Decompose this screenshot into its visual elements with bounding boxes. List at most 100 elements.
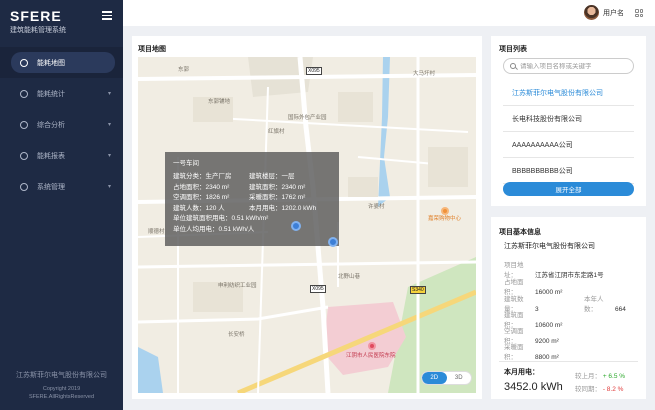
info-value: 16000 m²	[535, 289, 563, 296]
map-panel-title: 项目地图	[138, 46, 166, 53]
popup-row: 占地面积：2340 m² 建筑面积：2340 m²	[173, 181, 331, 192]
project-search[interactable]	[503, 58, 634, 74]
report-icon	[20, 151, 28, 160]
apps-grid-icon[interactable]	[635, 9, 643, 17]
compare-value-down: - 8.2 %	[602, 386, 624, 393]
chevron-down-icon: ▾	[107, 184, 111, 190]
info-key: 本年人数：	[584, 296, 604, 313]
divider	[499, 361, 638, 362]
popup-field: 建筑分类：生产厂房	[173, 173, 232, 181]
avatar[interactable]	[584, 5, 599, 20]
sidebar-item-reports[interactable]: 能耗报表 ▾	[0, 140, 123, 171]
compare-key: 较同期：	[575, 386, 601, 393]
popup-field: 建筑面积：2340 m²	[249, 183, 306, 191]
search-icon	[510, 63, 516, 69]
info-value: 8800 m²	[535, 354, 559, 361]
project-list-title: 项目列表	[499, 46, 527, 53]
popup-field: 采暖面积：1762 m²	[249, 194, 306, 202]
map-label: 江阴市人民医院东院	[346, 353, 396, 359]
popup-row: 空调面积：1826 m² 采暖面积：1762 m²	[173, 191, 331, 202]
map-label: 申利纺织工业园	[218, 283, 257, 289]
sidebar-footer: 江苏斯菲尔电气股份有限公司 Copyright 2019 SFERE.AllRi…	[0, 370, 123, 401]
sidebar-item-energy-map[interactable]: 能耗地图	[0, 47, 123, 78]
year-over-year: 较同期： - 8.2 %	[575, 383, 623, 393]
chart-icon	[20, 89, 28, 98]
info-people: 本年人数： 664	[584, 293, 626, 313]
map-pin-icon[interactable]	[291, 221, 301, 231]
search-input[interactable]	[520, 62, 630, 70]
sidebar-item-system[interactable]: 系统管理 ▾	[0, 171, 123, 202]
sidebar-item-label: 能耗统计	[37, 90, 65, 98]
footer-rights: SFERE.AllRightsReserved	[28, 394, 95, 400]
road-shield: S340	[410, 286, 426, 294]
sidebar-item-label: 能耗地图	[37, 59, 65, 67]
road-shield: X095	[310, 285, 326, 293]
building-popup: 一号车间 建筑分类：生产厂房 建筑楼层：一层 占地面积：2340 m² 建筑面积…	[165, 152, 339, 246]
map-view-toggle[interactable]: 2D 3D	[421, 371, 472, 385]
expand-all-button[interactable]: 展开全部	[503, 182, 634, 196]
project-info-title: 项目基本信息	[499, 229, 541, 236]
map-icon	[20, 58, 28, 67]
map-label: 嘉荣购物中心	[428, 216, 462, 222]
gear-icon	[20, 182, 28, 191]
map-label: 东郭	[178, 67, 190, 73]
menu-toggle-icon[interactable]	[102, 11, 112, 20]
map-label: 国际外包产业园	[288, 115, 327, 121]
sidebar-nav: 能耗地图 能耗统计 ▾ 综合分析 ▾ 能耗报表 ▾ 系统管理 ▾	[0, 47, 123, 202]
footer-company: 江苏斯菲尔电气股份有限公司	[16, 372, 107, 379]
view-3d-button[interactable]: 3D	[447, 372, 472, 384]
username[interactable]: 用户名	[603, 8, 624, 18]
road-shield: X095	[306, 67, 322, 75]
popup-field: 空调面积：1826 m²	[173, 194, 230, 202]
chevron-down-icon: ▾	[107, 153, 111, 159]
brand: SFERE 建筑能耗管理系统	[10, 8, 66, 35]
list-item[interactable]: 长电科技股份有限公司	[503, 106, 634, 132]
popup-field: 建筑人数：120 人	[173, 204, 225, 212]
map-label: 长安桥	[228, 332, 245, 338]
usage-value: 3452.0 kWh	[504, 381, 563, 393]
footer-copyright: Copyright 2019	[42, 386, 81, 392]
popup-building-name: 一号车间	[173, 160, 199, 167]
popup-row: 建筑人数：120 人 本月用电：1202.0 kWh	[173, 202, 331, 213]
compare-value-up: + 6.5 %	[602, 373, 626, 380]
map-pin-icon[interactable]	[328, 237, 338, 247]
brand-title: SFERE	[10, 8, 62, 24]
sidebar: SFERE 建筑能耗管理系统 能耗地图 能耗统计 ▾ 综合分析 ▾ 能耗报表 ▾…	[0, 0, 123, 410]
popup-field: 本月用电：1202.0 kWh	[249, 204, 317, 212]
shop-marker-icon[interactable]	[441, 207, 449, 215]
popup-row: 单位建筑面积用电：0.51 kWh/m²	[173, 215, 269, 223]
sidebar-item-label: 能耗报表	[37, 152, 65, 160]
project-list-panel: 项目列表 江苏斯菲尔电气股份有限公司 长电科技股份有限公司 AAAAAAAAAA…	[491, 36, 646, 206]
list-item[interactable]: BBBBBBBBBB公司	[503, 158, 634, 184]
popup-row: 建筑分类：生产厂房 建筑楼层：一层	[173, 170, 331, 181]
analysis-icon	[20, 120, 28, 129]
sidebar-item-label: 综合分析	[37, 121, 65, 129]
usage-label: 本月用电：	[504, 369, 539, 376]
hospital-marker-icon[interactable]	[368, 342, 376, 350]
list-item[interactable]: AAAAAAAAAA公司	[503, 132, 634, 158]
map-label: 顺德村	[148, 229, 165, 235]
view-2d-button[interactable]: 2D	[422, 372, 447, 384]
map-panel: 项目地图 X095 东郭铺地 大马圩村 国际外包产业园 红旗村 许婆村 嘉荣购物…	[132, 36, 482, 399]
popup-row: 单位人均用电：0.51 kWh/人	[173, 225, 255, 233]
project-map[interactable]: X095 东郭铺地 大马圩村 国际外包产业园 红旗村 许婆村 嘉荣购物中心 北野…	[138, 57, 476, 393]
project-info-panel: 项目基本信息 江苏斯菲尔电气股份有限公司 项目地址： 江苏省江阴市东定路1号 占地…	[491, 217, 646, 399]
info-key: 采暖面积：	[504, 344, 524, 361]
list-item[interactable]: 江苏斯菲尔电气股份有限公司	[503, 80, 634, 106]
sidebar-item-label: 系统管理	[37, 183, 65, 191]
project-name: 江苏斯菲尔电气股份有限公司	[504, 243, 595, 250]
map-label: 许婆村	[368, 204, 385, 210]
project-list: 江苏斯菲尔电气股份有限公司 长电科技股份有限公司 AAAAAAAAAA公司 BB…	[503, 80, 634, 184]
sidebar-item-energy-stats[interactable]: 能耗统计 ▾	[0, 78, 123, 109]
popup-field: 建筑楼层：一层	[249, 173, 295, 181]
map-label: 大马圩村	[413, 71, 436, 77]
month-over-month: 较上月： + 6.5 %	[575, 370, 625, 380]
brand-subtitle: 建筑能耗管理系统	[10, 27, 66, 34]
top-header: 用户名	[123, 0, 655, 26]
compare-key: 较上月：	[575, 373, 601, 380]
sidebar-item-analysis[interactable]: 综合分析 ▾	[0, 109, 123, 140]
map-label: 北野山巷	[338, 274, 361, 280]
info-heat-area: 采暖面积： 8800 m²	[504, 341, 559, 361]
popup-field: 占地面积：2340 m²	[173, 183, 230, 191]
map-label: 红旗村	[268, 129, 285, 135]
